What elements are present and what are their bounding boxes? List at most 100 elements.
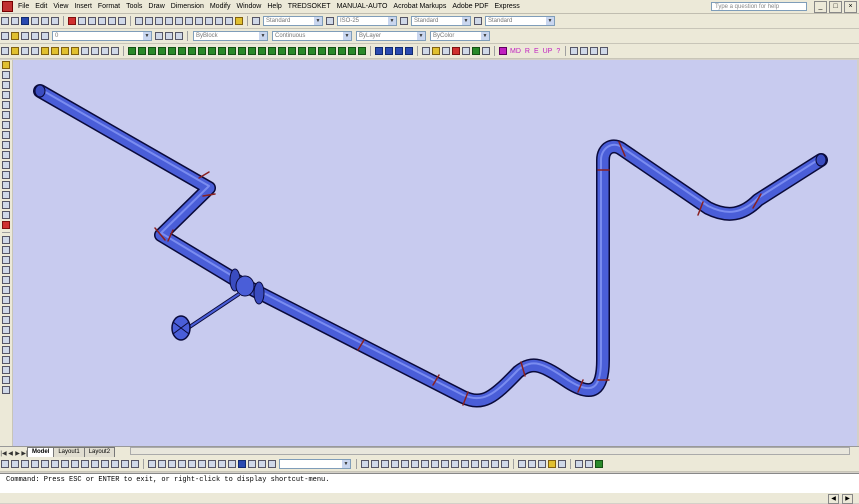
valve-plug-icon[interactable] [178, 47, 186, 55]
camera-icon[interactable] [501, 460, 509, 468]
support-tool-icon[interactable] [101, 47, 109, 55]
linetype-select[interactable]: Continuous ▼ [272, 31, 352, 41]
valve-check-icon[interactable] [148, 47, 156, 55]
array-icon[interactable] [570, 47, 579, 55]
dim-style-select[interactable]: ISO-25 ▼ [337, 16, 397, 26]
ucs-world-icon[interactable] [158, 460, 166, 468]
extrude-icon[interactable] [61, 460, 69, 468]
question-button[interactable]: ? [556, 48, 560, 55]
valve-globe-icon[interactable] [138, 47, 146, 55]
save-icon[interactable] [21, 17, 29, 25]
hose-icon[interactable] [328, 47, 336, 55]
publish-icon[interactable] [51, 17, 59, 25]
extend-icon[interactable] [2, 161, 10, 169]
free-orbit-icon[interactable] [371, 460, 379, 468]
ucs-select[interactable]: ▼ [279, 459, 351, 469]
view-se-icon[interactable] [461, 460, 469, 468]
region-icon[interactable] [2, 386, 10, 394]
expansion-joint-icon[interactable] [318, 47, 326, 55]
align-icon[interactable] [595, 460, 603, 468]
grid-icon[interactable] [590, 47, 599, 55]
elbow-tool-icon[interactable] [51, 47, 59, 55]
tee-tool-icon[interactable] [61, 47, 69, 55]
rotate-gizmo-icon[interactable] [585, 460, 593, 468]
slice-icon[interactable] [81, 460, 89, 468]
instrument-icon[interactable] [278, 47, 286, 55]
box-icon[interactable] [1, 460, 9, 468]
line-icon[interactable] [2, 236, 10, 244]
valve-control-icon[interactable] [228, 47, 236, 55]
cone-solid-icon[interactable] [31, 460, 39, 468]
ucs-y-icon[interactable] [248, 460, 256, 468]
conceptual-icon[interactable] [558, 460, 566, 468]
layer-on-icon[interactable] [11, 32, 19, 40]
trap-icon[interactable] [248, 47, 256, 55]
arc-icon[interactable] [2, 286, 10, 294]
plot-preview-icon[interactable] [41, 17, 49, 25]
circle-icon[interactable] [2, 296, 10, 304]
explode-icon[interactable] [2, 211, 10, 219]
menu-tredsoket[interactable]: TREDSOKET [285, 0, 334, 13]
stretch-icon[interactable] [2, 141, 10, 149]
ucs-view-icon[interactable] [198, 460, 206, 468]
tool-palettes-icon[interactable] [195, 17, 203, 25]
ucs-previous-icon[interactable] [168, 460, 176, 468]
new-icon[interactable] [1, 17, 9, 25]
multileader-style-icon[interactable] [474, 17, 482, 25]
revision-cloud-icon[interactable] [2, 306, 10, 314]
torus-icon[interactable] [51, 460, 59, 468]
sight-glass-icon[interactable] [258, 47, 266, 55]
help-icon[interactable] [235, 17, 243, 25]
pan-icon[interactable] [135, 17, 143, 25]
view-back-icon[interactable] [441, 460, 449, 468]
ortho-icon[interactable] [21, 47, 29, 55]
flange-tool-icon[interactable] [81, 47, 89, 55]
wedge-solid-icon[interactable] [41, 460, 49, 468]
orifice-icon[interactable] [268, 47, 276, 55]
setup-view-icon[interactable] [121, 460, 129, 468]
point-icon[interactable] [2, 366, 10, 374]
menu-tools[interactable]: Tools [123, 0, 145, 13]
report-icon[interactable] [472, 47, 480, 55]
view-right-icon[interactable] [421, 460, 429, 468]
cone-icon[interactable] [2, 81, 10, 89]
insert-block-icon[interactable] [2, 346, 10, 354]
color-select[interactable]: ByBlock ▼ [193, 31, 268, 41]
wireframe-icon[interactable] [528, 460, 536, 468]
valve-ball-icon[interactable] [158, 47, 166, 55]
revolve-icon[interactable] [71, 460, 79, 468]
menu-dimension[interactable]: Dimension [168, 0, 207, 13]
help-search-input[interactable]: Type a question for help [711, 2, 807, 11]
open-icon[interactable] [11, 17, 19, 25]
table-style-icon[interactable] [400, 17, 408, 25]
ucs-object-icon[interactable] [188, 460, 196, 468]
menu-window[interactable]: Window [233, 0, 264, 13]
up-button[interactable]: UP [543, 48, 553, 55]
spline-icon[interactable] [2, 316, 10, 324]
rotate-icon[interactable] [2, 121, 10, 129]
pipe-tool-icon[interactable] [41, 47, 49, 55]
valve-needle-icon[interactable] [188, 47, 196, 55]
osnap-icon[interactable] [11, 47, 19, 55]
setup-profile-icon[interactable] [131, 460, 139, 468]
menu-format[interactable]: Format [95, 0, 123, 13]
valve-angle-icon[interactable] [198, 47, 206, 55]
ucs-z-icon[interactable] [258, 460, 266, 468]
erase-icon[interactable] [2, 221, 10, 229]
menu-view[interactable]: View [50, 0, 71, 13]
table-style-select[interactable]: Standard ▼ [411, 16, 471, 26]
restore-button[interactable]: □ [829, 1, 842, 13]
menu-draw[interactable]: Draw [145, 0, 167, 13]
menu-acrobat-markups[interactable]: Acrobat Markups [390, 0, 449, 13]
ucs-z-axis-icon[interactable] [218, 460, 226, 468]
dimension-icon[interactable] [432, 47, 440, 55]
tab-layout1[interactable]: Layout1 [53, 447, 85, 457]
zoom-previous-icon[interactable] [165, 17, 173, 25]
paste-icon[interactable] [88, 17, 96, 25]
vent-icon[interactable] [298, 47, 306, 55]
layer-state-icon[interactable] [175, 32, 183, 40]
wedge-icon[interactable] [2, 91, 10, 99]
view-ne-icon[interactable] [471, 460, 479, 468]
plotstyle-select[interactable]: ByColor ▼ [430, 31, 490, 41]
calculator-icon[interactable] [225, 17, 233, 25]
